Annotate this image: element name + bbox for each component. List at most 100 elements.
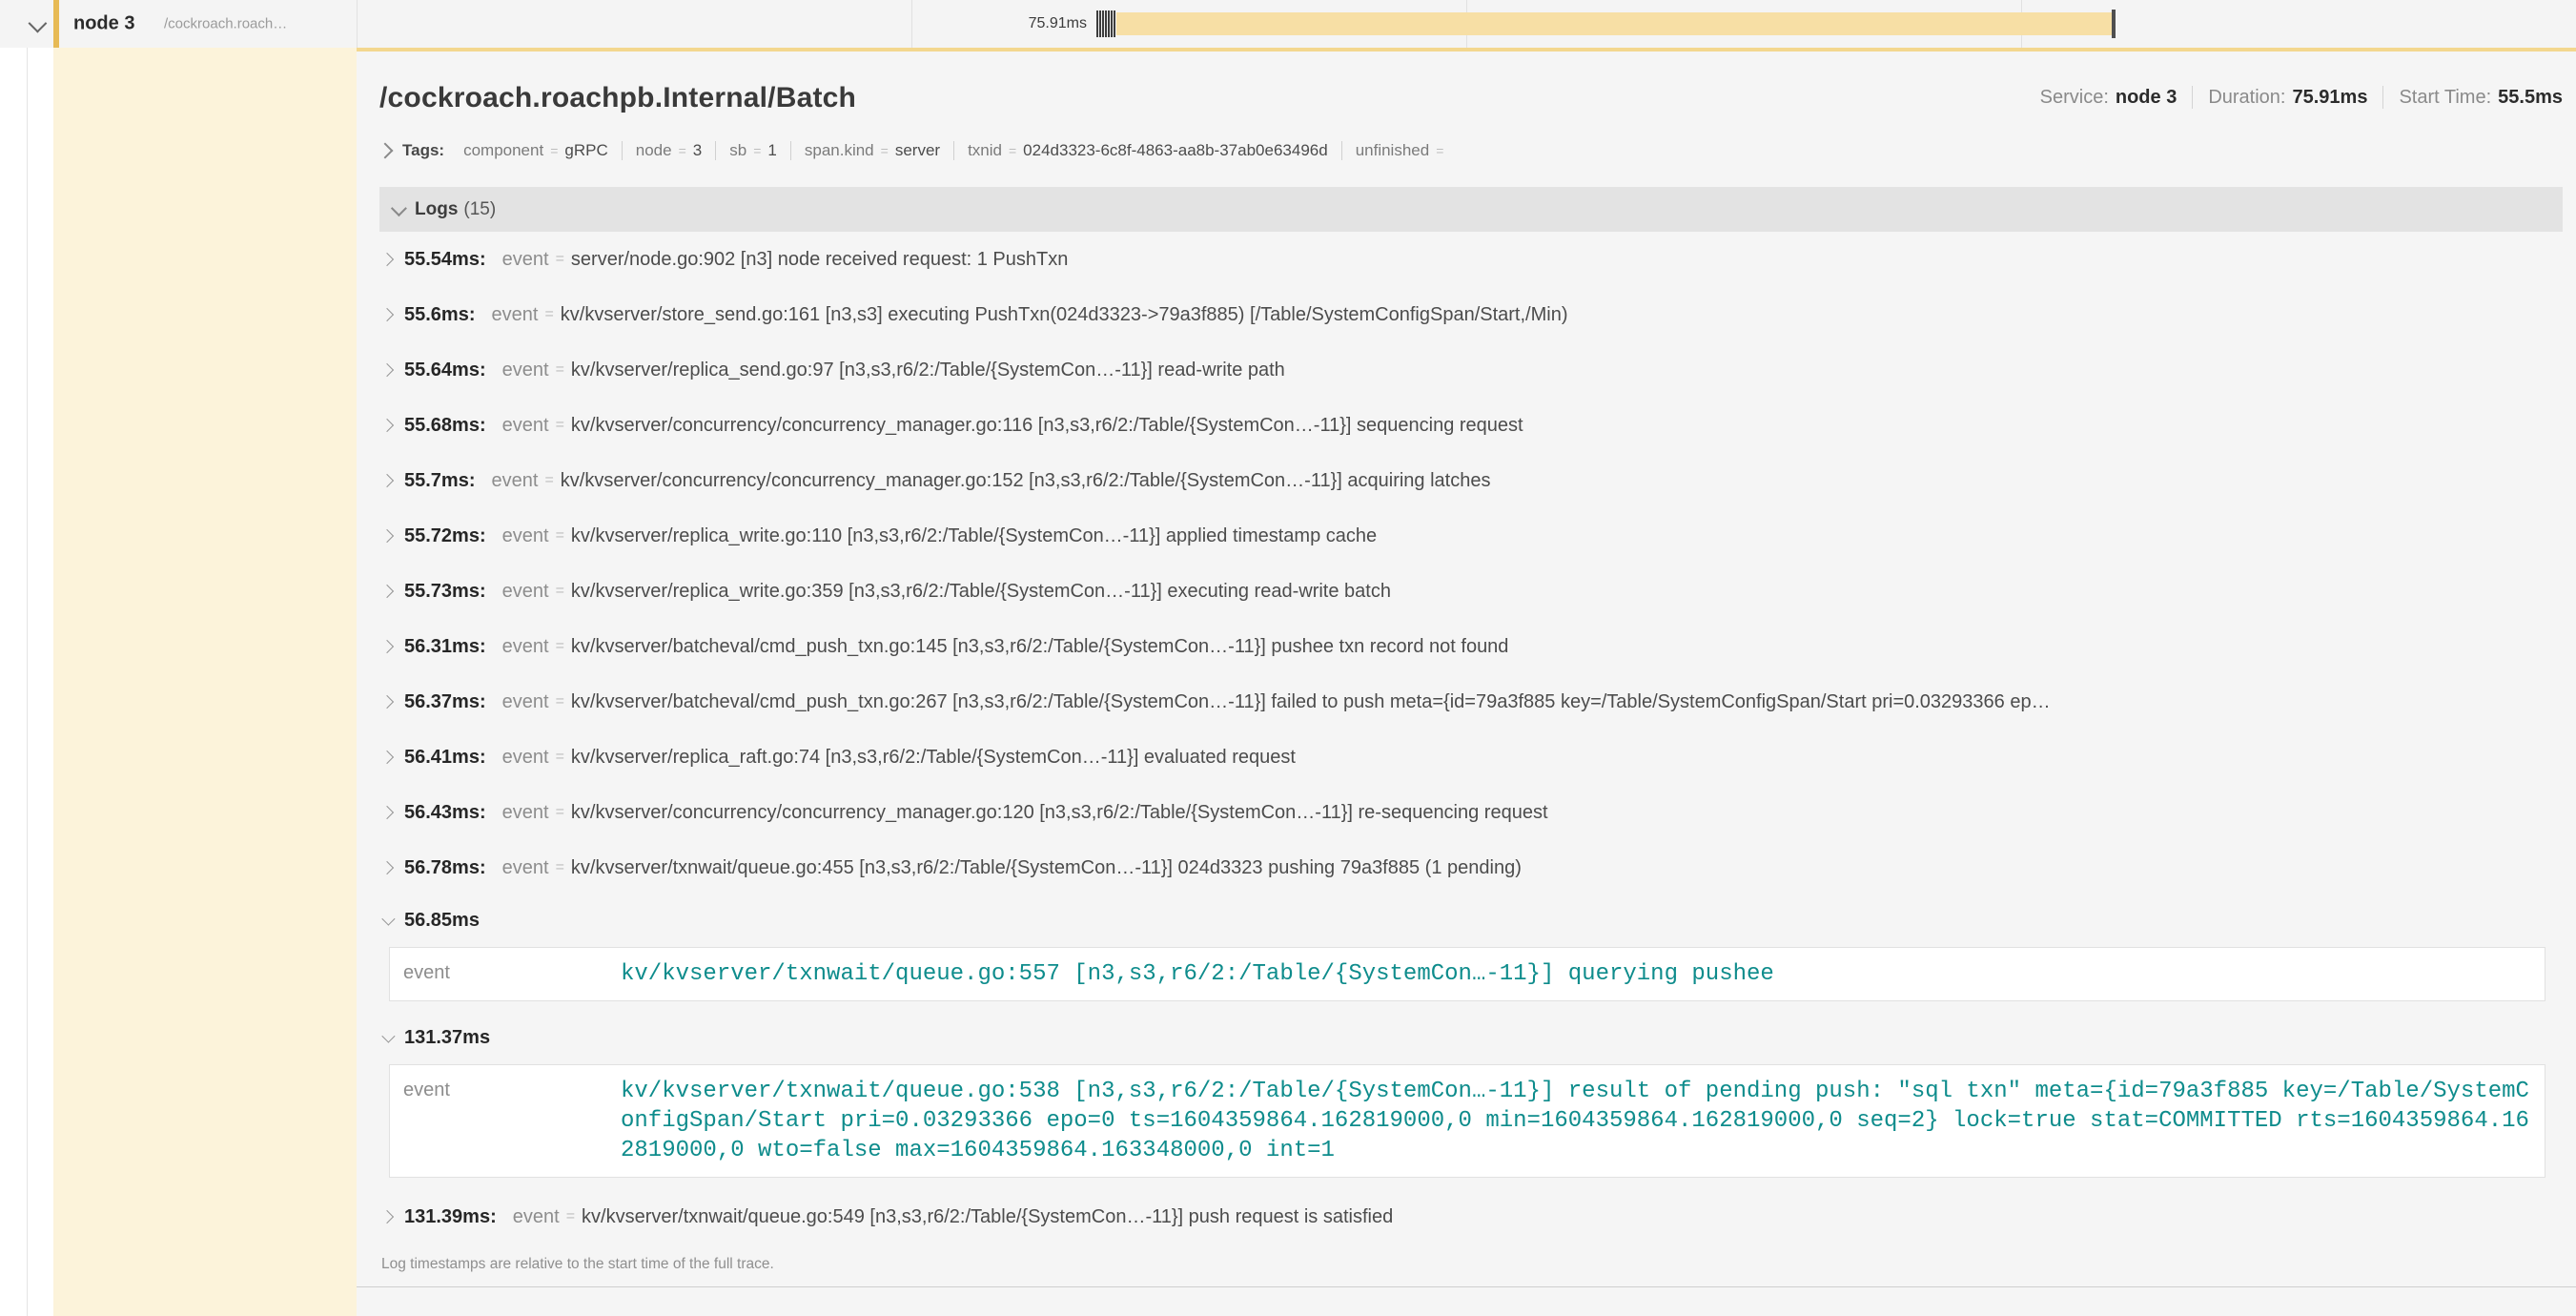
logs-section: Logs (15) 55.54ms: event = server/node.go:9… [379, 187, 2563, 1286]
log-marker-tick [1099, 10, 1101, 37]
chevron-right-icon [380, 253, 394, 266]
equals-sign: = [566, 1208, 575, 1225]
log-entry[interactable]: 131.39ms: event = kv/kvserver/txnwait/queue… [379, 1189, 2563, 1244]
chevron-down-icon [391, 200, 407, 216]
span-name-cell[interactable]: node 3 /cockroach.roach… [0, 0, 357, 48]
log-entry[interactable]: 56.41ms:event=kv/kvserver/replica_raft.g… [379, 730, 2563, 785]
chevron-right-icon [380, 640, 394, 653]
log-timestamp: 55.64ms: [404, 360, 486, 381]
span-duration-label: 75.91ms [967, 15, 1087, 32]
equals-sign: = [753, 143, 761, 158]
tags-label: Tags: [402, 141, 444, 160]
log-marker-tick [1114, 10, 1115, 37]
span-color-bar [53, 0, 59, 48]
chevron-right-icon [380, 363, 394, 377]
tag-value: 024d3323-6c8f-4863-aa8b-37ab0e63496d [1023, 141, 1328, 160]
log-fields-table: eventkv/kvserver/txnwait/queue.go:538 [n… [389, 1064, 2545, 1178]
tag-value: gRPC [564, 141, 607, 160]
log-field-key: event [502, 249, 549, 271]
log-entry[interactable]: 56.43ms:event=kv/kvserver/concurrency/co… [379, 785, 2563, 840]
tag-value: 1 [767, 141, 776, 160]
log-field-value: kv/kvserver/replica_write.go:110 [n3,s3,… [571, 525, 1377, 547]
chevron-right-icon [380, 861, 394, 874]
tags-row[interactable]: Tags: component=gRPCnode=3sb=1span.kind=… [379, 135, 2563, 166]
tree-gutter-line [27, 0, 28, 1316]
logs-header[interactable]: Logs (15) [379, 187, 2563, 232]
chevron-right-icon [380, 308, 394, 321]
tag-key: sb [729, 141, 746, 160]
log-field-key: event [492, 304, 539, 326]
log-marker-tick [1102, 10, 1104, 37]
log-timestamp: 55.7ms: [404, 470, 476, 492]
log-field-value: kv/kvserver/concurrency/concurrency_mana… [571, 415, 1523, 437]
log-field-value: kv/kvserver/txnwait/queue.go:455 [n3,s3,… [571, 857, 1522, 879]
log-entry[interactable]: 55.54ms:event=server/node.go:902 [n3] no… [379, 232, 2563, 287]
log-entry[interactable]: 55.6ms:event=kv/kvserver/store_send.go:1… [379, 287, 2563, 342]
log-field-row: eventkv/kvserver/txnwait/queue.go:538 [n… [403, 1077, 2545, 1165]
tag-value: 3 [693, 141, 702, 160]
log-timestamp: 56.43ms: [404, 802, 486, 824]
log-field-value: kv/kvserver/concurrency/concurrency_mana… [561, 470, 1491, 492]
log-list: 55.54ms: event = server/node.go:902 [n3] no… [379, 232, 2563, 1244]
timeline-gridline [911, 0, 912, 48]
log-entry[interactable]: 55.72ms:event=kv/kvserver/replica_write.… [379, 508, 2563, 564]
overview-value: node 3 [2116, 87, 2177, 109]
tag: component=gRPC [450, 141, 622, 160]
detail-title-row: /cockroach.roachpb.Internal/Batch Servic… [379, 80, 2563, 116]
log-entry[interactable]: 56.37ms:event=kv/kvserver/batcheval/cmd_… [379, 674, 2563, 730]
log-entry-expanded[interactable]: 131.37ms [379, 1013, 2563, 1062]
log-field-key: event [502, 747, 549, 769]
log-timestamp: 131.37ms [404, 1027, 490, 1049]
trace-timeline-view: node 3 /cockroach.roach… 75.91ms /cockro… [0, 0, 2576, 1316]
log-timestamp: 55.54ms: [404, 249, 486, 271]
log-entry[interactable]: 55.64ms:event=kv/kvserver/replica_send.g… [379, 342, 2563, 398]
span-row: node 3 /cockroach.roach… 75.91ms [0, 0, 2576, 48]
log-marker-tick [1096, 10, 1098, 37]
log-entry[interactable]: 55.73ms:event=kv/kvserver/replica_write.… [379, 564, 2563, 619]
tag-key: component [463, 141, 543, 160]
tag-key: txnid [968, 141, 1002, 160]
log-field-value: kv/kvserver/store_send.go:161 [n3,s3] ex… [561, 304, 1568, 326]
log-field-key: event [502, 415, 549, 437]
tag: sb = 1 [715, 141, 790, 160]
log-marker-tick [1111, 10, 1113, 37]
tag-key: span.kind [805, 141, 874, 160]
log-field-key: event [502, 802, 549, 824]
equals-sign: = [544, 306, 553, 323]
log-field-value: kv/kvserver/txnwait/queue.go:549 [n3,s3,… [582, 1206, 1393, 1228]
chevron-right-icon [378, 143, 394, 159]
log-field-key: event [513, 1206, 560, 1228]
chevron-down-icon [381, 913, 395, 926]
log-entry-expanded[interactable]: 56.85ms [379, 895, 2563, 945]
span-service-name: node 3 [73, 13, 134, 35]
equals-sign: = [556, 804, 564, 821]
log-marker-tick [1105, 10, 1107, 37]
log-field-key: event [502, 360, 549, 381]
chevron-right-icon [380, 751, 394, 764]
section-divider [357, 1286, 2576, 1287]
equals-sign: = [556, 527, 564, 545]
log-field-key: event [502, 581, 549, 603]
log-field-row: eventkv/kvserver/txnwait/queue.go:557 [n… [403, 959, 2545, 989]
log-entry[interactable]: 56.78ms:event=kv/kvserver/txnwait/queue.… [379, 840, 2563, 895]
log-entry[interactable]: 55.7ms:event=kv/kvserver/concurrency/con… [379, 453, 2563, 508]
equals-sign: = [556, 583, 564, 600]
equals-sign: = [679, 143, 686, 158]
log-field-key: event [403, 1077, 621, 1165]
equals-sign: = [881, 143, 889, 158]
log-field-key: event [403, 959, 621, 989]
log-field-value: kv/kvserver/batcheval/cmd_push_txn.go:26… [571, 691, 2051, 713]
overview-divider [2382, 86, 2383, 109]
span-detail-panel: /cockroach.roachpb.Internal/Batch Servic… [357, 48, 2576, 1316]
timeline-header: 75.91ms [357, 0, 2576, 48]
log-field-value: kv/kvserver/txnwait/queue.go:538 [n3,s3,… [621, 1077, 2545, 1165]
log-timestamp: 56.37ms: [404, 691, 486, 713]
log-field-value: kv/kvserver/txnwait/queue.go:557 [n3,s3,… [621, 959, 1789, 989]
log-entry[interactable]: 55.68ms:event=kv/kvserver/concurrency/co… [379, 398, 2563, 453]
span-bar[interactable] [1116, 12, 2115, 35]
log-timestamp: 131.39ms: [404, 1206, 497, 1228]
log-entry[interactable]: 56.31ms:event=kv/kvserver/batcheval/cmd_… [379, 619, 2563, 674]
tag: node=3 [622, 141, 715, 160]
log-field-value: server/node.go:902 [n3] node received re… [571, 249, 1068, 271]
tag-key: unfinished [1356, 141, 1430, 160]
